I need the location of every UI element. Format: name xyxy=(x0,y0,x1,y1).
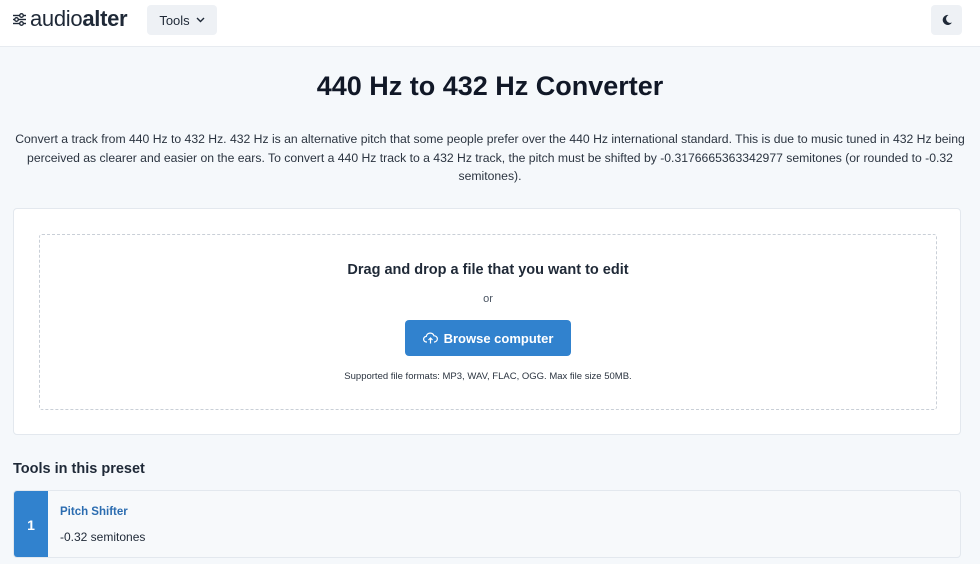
tool-name-link[interactable]: Pitch Shifter xyxy=(60,506,128,518)
tools-menu-button[interactable]: Tools xyxy=(147,5,217,35)
browse-computer-button[interactable]: Browse computer xyxy=(405,320,571,356)
page-description: Convert a track from 440 Hz to 432 Hz. 4… xyxy=(15,132,965,183)
dropzone-title: Drag and drop a file that you want to ed… xyxy=(347,262,629,278)
dropzone-or-text: or xyxy=(483,293,493,305)
theme-toggle-button[interactable] xyxy=(931,5,962,35)
sliders-icon xyxy=(13,12,26,26)
tool-setting-value: -0.32 semitones xyxy=(60,530,146,544)
top-header: audio alter Tools xyxy=(0,0,980,47)
file-dropzone[interactable]: Drag and drop a file that you want to ed… xyxy=(39,234,937,410)
audioalter-logo[interactable]: audio alter xyxy=(12,6,128,32)
preset-section-title: Tools in this preset xyxy=(13,461,145,477)
logo-text-audio: audio xyxy=(30,6,83,31)
browse-computer-label: Browse computer xyxy=(443,330,554,346)
logo-text-alter: alter xyxy=(82,6,128,31)
chevron-down-icon xyxy=(196,17,205,23)
supported-formats-text: Supported file formats: MP3, WAV, FLAC, … xyxy=(344,371,632,382)
upload-card: Drag and drop a file that you want to ed… xyxy=(13,208,961,435)
tools-menu-label: Tools xyxy=(159,12,190,28)
preset-tool-item: 1 Pitch Shifter -0.32 semitones xyxy=(13,490,961,558)
page-title: 440 Hz to 432 Hz Converter xyxy=(316,71,664,101)
moon-icon xyxy=(942,14,952,25)
tool-step-number: 1 xyxy=(14,491,48,557)
cloud-upload-icon xyxy=(422,332,438,344)
